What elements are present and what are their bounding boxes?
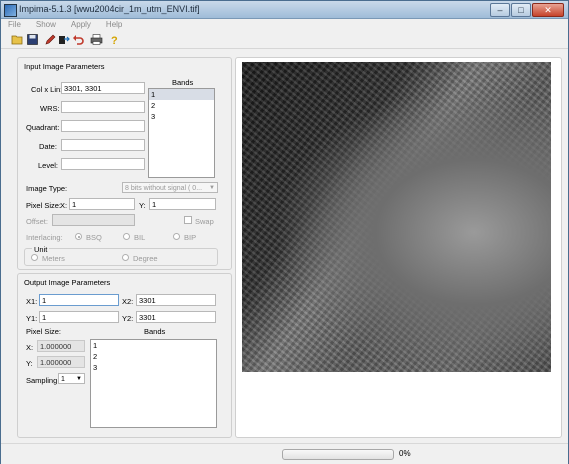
image-type-value: 8 bits without signal ( 0...	[125, 185, 203, 192]
list-item[interactable]: 2	[149, 100, 214, 111]
input-bands-list[interactable]: 1 2 3	[148, 88, 215, 178]
output-pixel-y-field[interactable]: 1.000000	[37, 356, 85, 368]
unit-title: Unit	[32, 245, 50, 254]
unit-meters-radio[interactable]	[31, 254, 38, 261]
satellite-image[interactable]	[242, 62, 551, 372]
interlacing-bip-radio[interactable]	[173, 233, 180, 240]
title-bar: Impima-5.1.3 [wwu2004cir_1m_utm_ENVI.tif…	[1, 1, 568, 19]
print-icon[interactable]	[90, 33, 103, 46]
unit-group: Unit Meters Degree	[24, 245, 218, 266]
interlacing-bip-label: BIP	[184, 233, 197, 242]
x1-field[interactable]: 1	[39, 294, 119, 306]
pixel-size-label: Pixel Size:	[26, 201, 62, 210]
list-item[interactable]: 3	[91, 362, 216, 373]
input-section-title: Input Image Parameters	[24, 62, 105, 71]
minimize-button[interactable]: –	[490, 3, 510, 17]
menu-show[interactable]: Show	[36, 19, 56, 31]
y1-label: Y1:	[26, 314, 38, 323]
close-button[interactable]: ✕	[532, 3, 564, 17]
offset-label: Offset:	[26, 217, 48, 226]
interlacing-bsq-label: BSQ	[86, 233, 102, 242]
window-controls: – □ ✕	[489, 3, 564, 17]
output-pixel-size-label: Pixel Size:	[26, 327, 62, 336]
sampling-value: 1	[61, 376, 65, 383]
unit-degree-radio[interactable]	[122, 254, 129, 261]
undo-icon[interactable]	[72, 33, 85, 46]
output-pixel-x-label: X:	[26, 343, 34, 352]
unit-degree-label: Degree	[133, 254, 158, 263]
y2-field[interactable]: 3301	[136, 311, 216, 323]
menu-bar: File Show Apply Help	[1, 19, 568, 31]
y2-label: Y2:	[122, 314, 134, 323]
output-bands-list[interactable]: 1 2 3	[90, 339, 217, 428]
list-item[interactable]: 1	[149, 89, 214, 100]
progress-text: 0%	[399, 449, 411, 458]
output-pixel-y-label: Y:	[26, 359, 33, 368]
y1-field[interactable]: 1	[39, 311, 119, 323]
date-label: Date:	[39, 142, 57, 151]
menu-apply[interactable]: Apply	[71, 19, 91, 31]
quadrant-label: Quadrant:	[26, 123, 60, 132]
output-section-title: Output Image Parameters	[24, 278, 111, 287]
save-icon[interactable]	[26, 33, 39, 46]
pixel-x-field[interactable]: 1	[69, 198, 135, 210]
menu-help[interactable]: Help	[106, 19, 122, 31]
interlacing-label: Interlacing:	[26, 233, 63, 242]
output-bands-title: Bands	[144, 327, 166, 336]
image-type-select[interactable]: 8 bits without signal ( 0... ▼	[122, 182, 218, 193]
level-label: Level:	[38, 161, 59, 170]
window-title: Impima-5.1.3 [wwu2004cir_1m_utm_ENVI.tif…	[19, 4, 200, 14]
pixel-x-label: X:	[60, 201, 68, 210]
x2-label: X2:	[122, 297, 134, 306]
pencil-icon[interactable]	[44, 33, 57, 46]
swap-label: Swap	[195, 217, 214, 226]
app-icon	[4, 4, 17, 17]
interlacing-bsq-radio[interactable]	[75, 233, 82, 240]
pixel-y-label: Y:	[139, 201, 146, 210]
svg-text:?: ?	[111, 35, 118, 46]
help-icon[interactable]: ?	[108, 33, 121, 46]
date-field[interactable]	[61, 139, 145, 151]
open-folder-icon[interactable]	[11, 33, 24, 46]
col-lin-label: Col x Lin:	[31, 85, 63, 94]
list-item[interactable]: 2	[91, 351, 216, 362]
status-bar: 0%	[1, 443, 568, 464]
unit-meters-label: Meters	[42, 254, 65, 263]
sampling-label: Sampling	[26, 376, 58, 385]
col-lin-field[interactable]: 3301, 3301	[61, 82, 145, 94]
offset-field[interactable]	[52, 214, 135, 226]
swap-checkbox[interactable]	[184, 216, 192, 224]
maximize-button[interactable]: □	[511, 3, 531, 17]
toolbar: ?	[1, 31, 568, 49]
chevron-down-icon: ▼	[209, 185, 215, 191]
quadrant-field[interactable]	[61, 120, 145, 132]
image-type-label: Image Type:	[26, 184, 68, 193]
chevron-down-icon: ▼	[76, 376, 82, 382]
output-pixel-x-field[interactable]: 1.000000	[37, 340, 85, 352]
wrs-label: WRS:	[40, 104, 60, 113]
input-image-panel: Input Image Parameters Col x Lin: 3301, …	[17, 57, 232, 270]
interlacing-bil-label: BIL	[134, 233, 146, 242]
x2-field[interactable]: 3301	[136, 294, 216, 306]
menu-file[interactable]: File	[8, 19, 21, 31]
app-window: Impima-5.1.3 [wwu2004cir_1m_utm_ENVI.tif…	[0, 0, 569, 464]
list-item[interactable]: 3	[149, 111, 214, 122]
wrs-field[interactable]	[61, 101, 145, 113]
list-item[interactable]: 1	[91, 340, 216, 351]
export-icon[interactable]	[58, 33, 71, 46]
output-image-panel: Output Image Parameters X1: 1 X2: 3301 Y…	[17, 273, 232, 438]
sampling-select[interactable]: 1 ▼	[58, 373, 85, 384]
input-bands-title: Bands	[172, 78, 194, 87]
x1-label: X1:	[26, 297, 38, 306]
progress-bar	[282, 449, 394, 460]
level-field[interactable]	[61, 158, 145, 170]
interlacing-bil-radio[interactable]	[123, 233, 130, 240]
pixel-y-field[interactable]: 1	[149, 198, 216, 210]
